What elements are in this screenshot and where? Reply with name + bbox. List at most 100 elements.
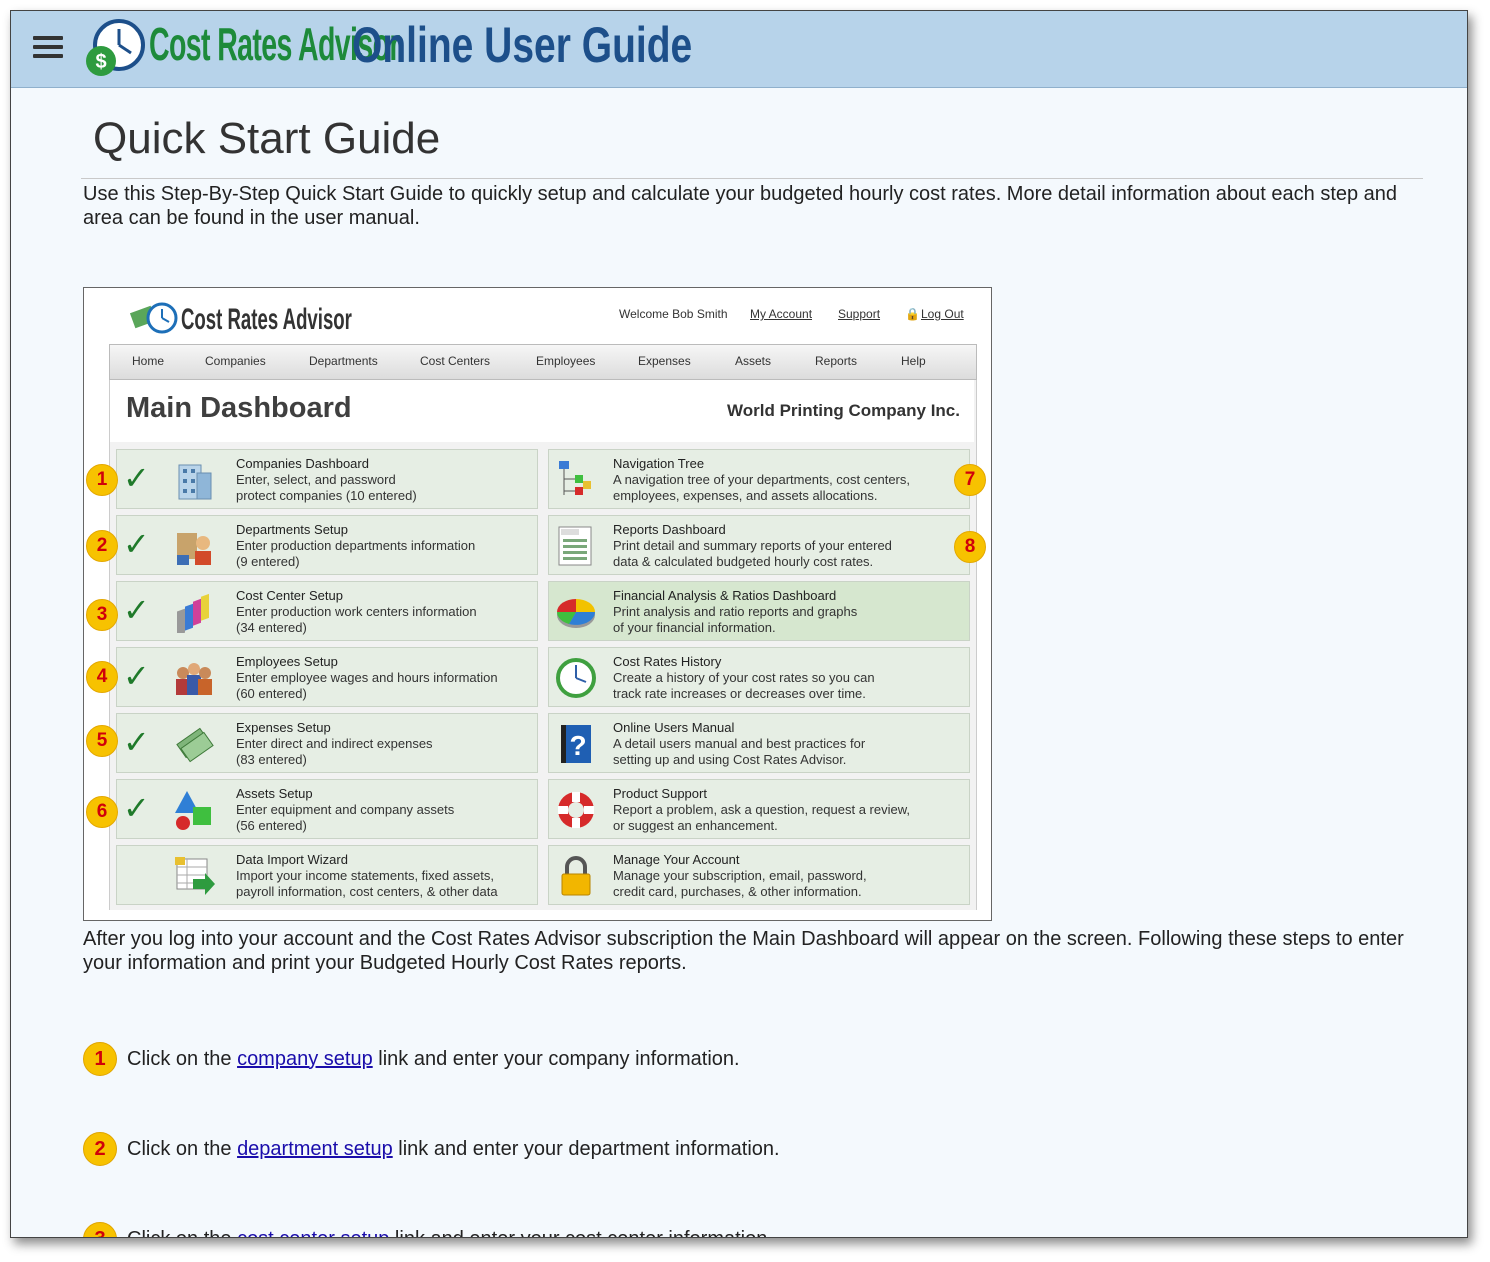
tile-title: Reports Dashboard: [613, 522, 726, 537]
tile-title: Cost Center Setup: [236, 588, 343, 603]
screenshot-logo-icon: [130, 302, 178, 334]
nav-help[interactable]: Help: [901, 354, 926, 368]
nav-reports[interactable]: Reports: [815, 354, 857, 368]
tile-cost-rates-history[interactable]: Cost Rates History Create a history of y…: [548, 647, 970, 707]
tile-desc: Import your income statements, fixed ass…: [236, 868, 498, 899]
after-login-text: After you log into your account and the …: [83, 928, 1404, 974]
step-2: 2 Click on the department setup link and…: [83, 1132, 780, 1166]
welcome-text: Welcome Bob Smith: [619, 307, 728, 321]
step-badge-2: 2: [86, 530, 118, 562]
main-content: Quick Start Guide Use this Step-By-Step …: [11, 88, 1467, 1237]
nav-cost-centers[interactable]: Cost Centers: [420, 354, 490, 368]
tile-cost-center-setup[interactable]: ✓ Cost Center Setup Enter production wor…: [116, 581, 538, 641]
tile-desc: Enter, select, and password protect comp…: [236, 472, 417, 503]
tile-expenses-setup[interactable]: ✓ Expenses Setup Enter direct and indire…: [116, 713, 538, 773]
tile-title: Employees Setup: [236, 654, 338, 669]
nav-home[interactable]: Home: [132, 354, 164, 368]
cost-center-icon: [177, 593, 209, 633]
step-number: 2: [83, 1132, 117, 1166]
company-name: World Printing Company Inc.: [727, 401, 960, 420]
log-out-link[interactable]: Log Out: [921, 307, 964, 321]
svg-text:?: ?: [569, 730, 586, 761]
tile-title: Companies Dashboard: [236, 456, 369, 471]
tile-data-import-wizard[interactable]: Data Import Wizard Import your income st…: [116, 845, 538, 905]
tile-title: Data Import Wizard: [236, 852, 348, 867]
step-badge-3: 3: [86, 599, 118, 631]
tile-desc: Print detail and summary reports of your…: [613, 538, 892, 569]
clock-icon: [556, 658, 596, 698]
step-text: Click on the: [127, 1137, 238, 1160]
tile-title: Departments Setup: [236, 522, 349, 537]
intro-text: Use this Step-By-Step Quick Start Guide …: [83, 183, 1398, 229]
nav-departments[interactable]: Departments: [309, 354, 378, 368]
import-icon: [175, 857, 215, 895]
page-title: Quick Start Guide: [93, 114, 441, 163]
check-icon: ✓: [123, 790, 150, 826]
menu-icon[interactable]: [33, 36, 63, 60]
reports-icon: [558, 526, 592, 566]
nav-companies[interactable]: Companies: [205, 354, 266, 368]
tile-desc: Enter production work centers informatio…: [236, 604, 477, 635]
lock-icon: [561, 856, 591, 896]
help-book-icon: ?: [561, 725, 591, 763]
tile-desc: Enter equipment and company assets (56 e…: [236, 802, 455, 833]
tile-employees-setup[interactable]: ✓ Employees Setup Enter employee wages a…: [116, 647, 538, 707]
check-icon: ✓: [123, 592, 150, 628]
nav-expenses[interactable]: Expenses: [638, 354, 691, 368]
tile-departments-setup[interactable]: ✓ Departments Setup Enter production dep…: [116, 515, 538, 575]
tile-desc: Print analysis and ratio reports and gra…: [613, 604, 858, 635]
tile-desc: Enter employee wages and hours informati…: [236, 670, 498, 701]
tile-assets-setup[interactable]: ✓ Assets Setup Enter equipment and compa…: [116, 779, 538, 839]
step-3: 3 Click on the cost center setup link an…: [83, 1222, 773, 1238]
tile-reports-dashboard[interactable]: Reports Dashboard Print detail and summa…: [548, 515, 970, 575]
company-setup-link[interactable]: company setup: [237, 1048, 373, 1071]
shapes-icon: [175, 791, 211, 830]
tile-desc: A detail users manual and best practices…: [613, 736, 866, 767]
step-text: link and enter your cost center informat…: [389, 1228, 773, 1238]
nav-assets[interactable]: Assets: [735, 354, 771, 368]
check-icon: ✓: [123, 724, 150, 760]
tile-product-support[interactable]: Product Support Report a problem, ask a …: [548, 779, 970, 839]
step-badge-6: 6: [86, 796, 118, 828]
divider: [81, 178, 1423, 179]
nav-employees[interactable]: Employees: [536, 354, 595, 368]
tile-manage-account[interactable]: Manage Your Account Manage your subscrip…: [548, 845, 970, 905]
tile-title: Cost Rates History: [613, 654, 722, 669]
cost-center-setup-link[interactable]: cost center setup: [237, 1228, 389, 1238]
tile-desc: Create a history of your cost rates so y…: [613, 670, 875, 701]
logo-clock-dollar-icon: $: [86, 19, 145, 76]
employees-icon: [176, 663, 212, 695]
tile-title: Expenses Setup: [236, 720, 331, 735]
step-text: link and enter your department informati…: [392, 1137, 780, 1160]
tile-financial-analysis[interactable]: Financial Analysis & Ratios Dashboard Pr…: [548, 581, 970, 641]
step-number: 1: [83, 1042, 117, 1076]
tile-online-users-manual[interactable]: ? Online Users Manual A detail users man…: [548, 713, 970, 773]
step-number: 3: [83, 1222, 117, 1237]
check-icon: ✓: [123, 526, 150, 562]
dashboard-heading: Main Dashboard: [126, 392, 352, 424]
departments-icon: [177, 533, 211, 565]
check-icon: ✓: [123, 658, 150, 694]
step-badge-1: 1: [86, 464, 118, 496]
step-text: Click on the: [127, 1047, 238, 1070]
tile-desc: Manage your subscription, email, passwor…: [613, 868, 867, 899]
dashboard-screenshot: Cost Rates Advisor Welcome Bob Smith My …: [83, 287, 992, 921]
tile-companies-dashboard[interactable]: ✓ Companies Dashboard Enter, select, and…: [116, 449, 538, 509]
lock-small-icon: 🔒: [905, 307, 920, 321]
support-link[interactable]: Support: [838, 307, 880, 321]
tile-desc: Enter direct and indirect expenses (83 e…: [236, 736, 433, 767]
department-setup-link[interactable]: department setup: [237, 1138, 393, 1161]
step-badge-4: 4: [86, 661, 118, 693]
tile-navigation-tree[interactable]: Navigation Tree A navigation tree of you…: [548, 449, 970, 509]
svg-text:$: $: [95, 51, 106, 73]
tile-desc: Enter production departments information…: [236, 538, 476, 569]
building-icon: [178, 464, 212, 500]
tile-title: Navigation Tree: [613, 456, 705, 471]
tile-desc: Report a problem, ask a question, reques…: [613, 802, 910, 833]
tile-desc: A navigation tree of your departments, c…: [613, 472, 910, 503]
step-badge-5: 5: [86, 725, 118, 757]
step-badge-7: 7: [954, 464, 986, 496]
my-account-link[interactable]: My Account: [750, 307, 812, 321]
check-icon: ✓: [123, 460, 150, 496]
tree-icon: [559, 461, 591, 495]
